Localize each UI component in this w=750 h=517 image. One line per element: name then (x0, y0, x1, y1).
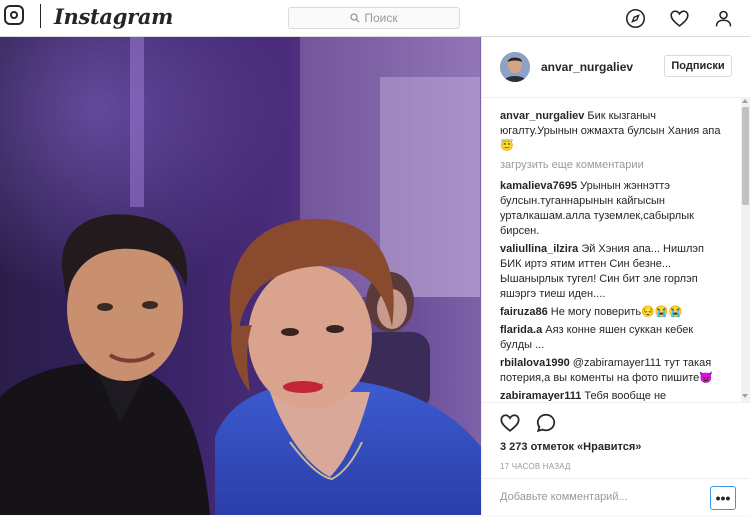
add-comment-input[interactable]: Добавьте комментарий... (500, 491, 628, 503)
scroll-up-arrow-icon[interactable] (742, 99, 748, 103)
instagram-camera-icon[interactable] (4, 5, 24, 25)
following-button[interactable]: Подписки (664, 55, 732, 77)
comment-username[interactable]: rbilalova1990 (500, 357, 570, 369)
top-nav-bar: Instagram Поиск (0, 0, 750, 37)
scroll-down-arrow-icon[interactable] (742, 394, 748, 398)
post-header: anvar_nurgaliev Подписки (482, 37, 750, 98)
comment-bubble-icon[interactable] (535, 412, 557, 434)
compass-icon[interactable] (625, 8, 646, 29)
comment-username[interactable]: zabiramayer111 (500, 390, 581, 401)
profile-icon[interactable] (713, 8, 734, 29)
post-side-panel: anvar_nurgaliev Подписки anvar_nurgaliev… (481, 37, 750, 515)
comment-text: Тебя вообще не (581, 390, 667, 401)
comment-text: Не могу поверить😔😭😭 (547, 306, 683, 318)
comment: valiullina_ilzira Эй Хэния апа... Нишлэп… (500, 242, 728, 302)
comment-username[interactable]: fairuza86 (500, 306, 548, 318)
comment-username[interactable]: valiullina_ilzira (500, 243, 578, 255)
logo-divider (40, 4, 41, 28)
post-photo[interactable] (0, 37, 481, 515)
comment-username[interactable]: flarida.a (500, 324, 542, 336)
load-more-comments-link[interactable]: загрузить еще комментарии (500, 158, 728, 173)
likes-count[interactable]: 3 273 отметок «Нравится» (500, 441, 641, 453)
comment: fairuza86 Не могу поверить😔😭😭 (500, 305, 728, 320)
post-timestamp[interactable]: 17 ЧАСОВ НАЗАД (500, 462, 571, 471)
search-placeholder: Поиск (364, 11, 398, 25)
instagram-wordmark[interactable]: Instagram (54, 4, 173, 29)
caption: anvar_nurgaliev Бик кызганыч югалту.Урын… (500, 109, 728, 154)
comment-username[interactable]: kamalieva7695 (500, 180, 577, 192)
avatar[interactable] (500, 52, 530, 82)
post-author-username[interactable]: anvar_nurgaliev (541, 60, 633, 74)
comment: zabiramayer111 Тебя вообще не (500, 389, 728, 401)
more-options-button[interactable]: ••• (710, 486, 736, 510)
like-heart-icon[interactable] (499, 412, 521, 434)
caption-username[interactable]: anvar_nurgaliev (500, 110, 584, 122)
comment: flarida.a Аяз конне яшен суккан кебек бу… (500, 323, 728, 353)
post-actions: 3 273 отметок «Нравится» 17 ЧАСОВ НАЗАД … (482, 402, 750, 516)
scrollbar-thumb[interactable] (742, 107, 749, 205)
add-comment-bar: Добавьте комментарий... ••• (482, 478, 750, 517)
comment: kamalieva7695 Урынын жэннэттэ булсын.туг… (500, 179, 728, 239)
search-icon (350, 13, 360, 23)
search-input[interactable]: Поиск (288, 7, 460, 29)
comments-list: anvar_nurgaliev Бик кызганыч югалту.Урын… (500, 109, 728, 401)
comment: rbilalova1990 @zabiramayer111 тут такая … (500, 356, 728, 386)
heart-icon[interactable] (669, 8, 690, 29)
